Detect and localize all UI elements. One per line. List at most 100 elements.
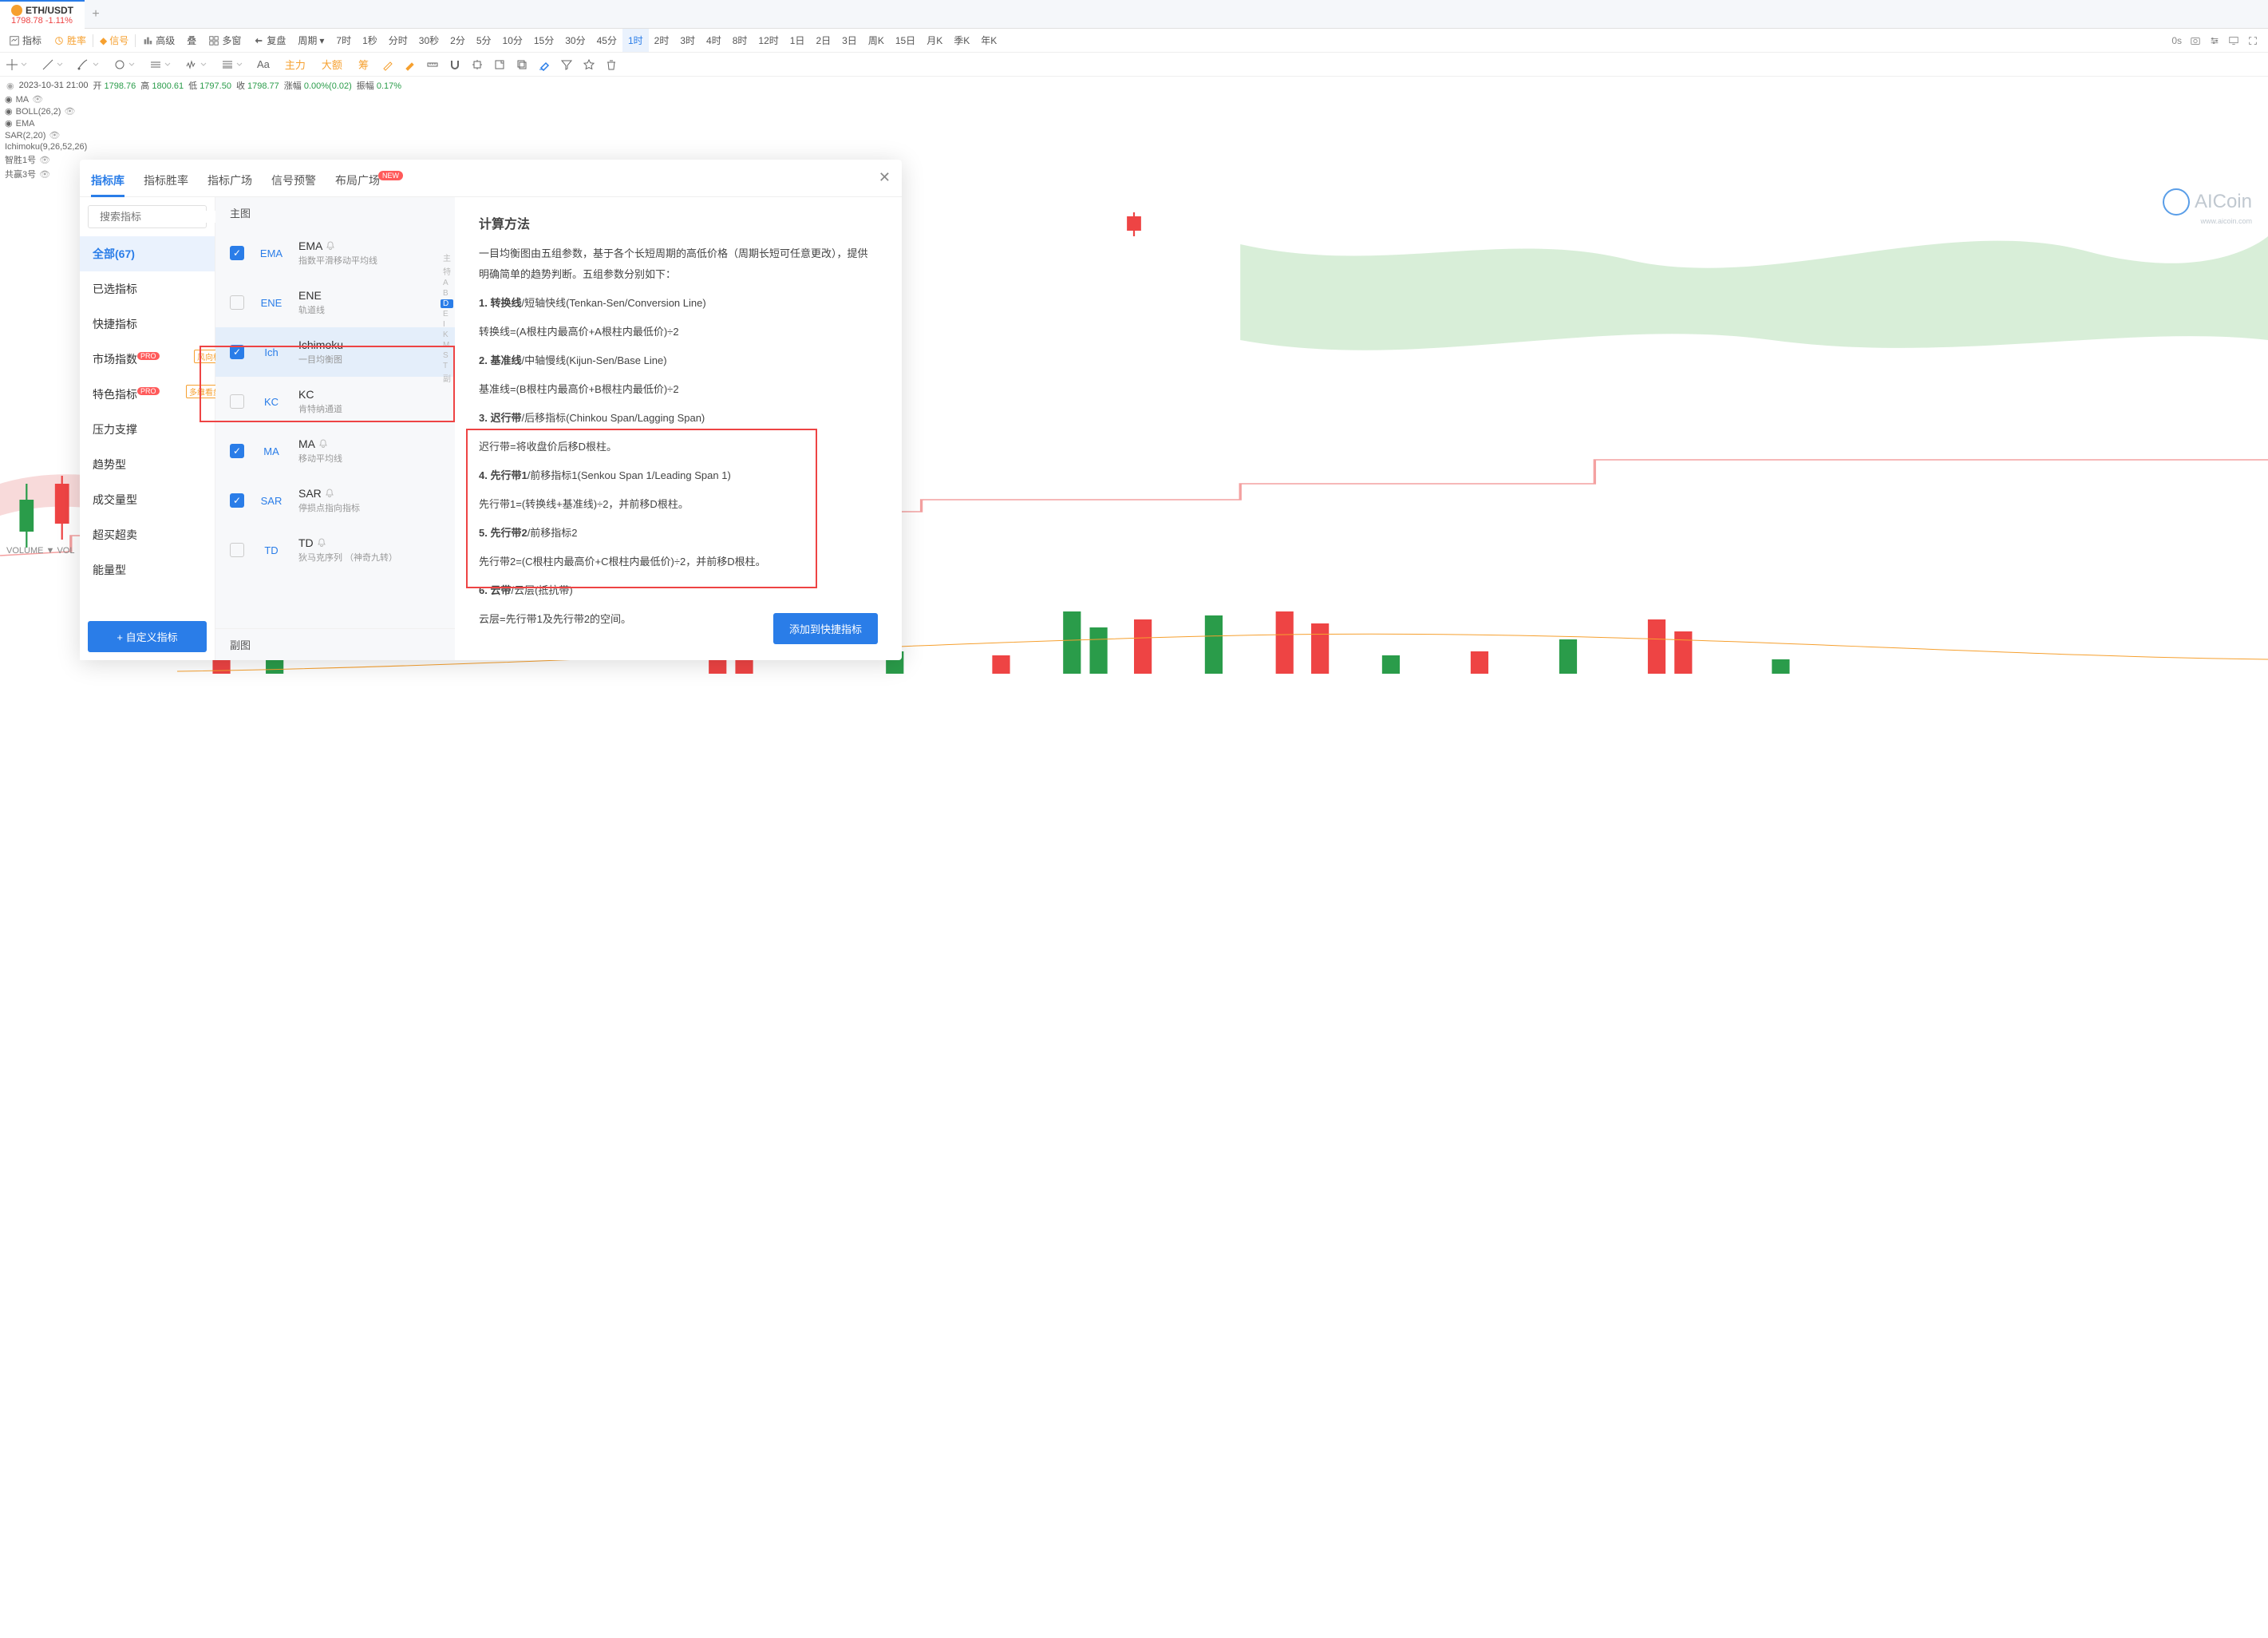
pair-tab[interactable]: ETH/USDT 1798.78 -1.11%	[0, 0, 85, 29]
indicator-item-ema[interactable]: EMA EMA 指数平滑移动平均线	[215, 228, 455, 278]
interval-分时[interactable]: 分时	[383, 29, 413, 52]
tab-signal-alert[interactable]: 信号预警	[271, 164, 316, 196]
tab-indicator-winrate[interactable]: 指标胜率	[144, 164, 188, 196]
settings-slider-icon[interactable]	[2209, 35, 2220, 46]
pen-icon[interactable]	[381, 58, 394, 71]
indicator-button[interactable]: 指标	[3, 29, 47, 52]
note-icon[interactable]	[493, 58, 506, 71]
eraser-icon[interactable]	[538, 58, 551, 71]
sidebar-all[interactable]: 全部(67)	[80, 236, 215, 271]
sidebar-support-resist[interactable]: 压力支撑	[80, 412, 215, 447]
line-tool-icon[interactable]	[41, 58, 54, 71]
search-input-wrapper[interactable]	[88, 205, 207, 228]
interval-8时[interactable]: 8时	[727, 29, 753, 52]
plan-button[interactable]: 筹	[355, 57, 372, 72]
indicator-item-kc[interactable]: KC KC 肯特纳通道	[215, 377, 455, 426]
interval-45分[interactable]: 45分	[591, 29, 622, 52]
pair-symbol: ETH/USDT	[26, 5, 73, 16]
large-order-button[interactable]: 大额	[318, 57, 346, 72]
add-tab-button[interactable]: +	[85, 7, 107, 22]
interval-2日[interactable]: 2日	[810, 29, 836, 52]
checkbox[interactable]	[230, 493, 244, 508]
interval-周K[interactable]: 周K	[863, 29, 890, 52]
advanced-button[interactable]: 高级	[136, 29, 180, 52]
interval-30秒[interactable]: 30秒	[413, 29, 445, 52]
custom-indicator-button[interactable]: + 自定义指标	[88, 621, 207, 652]
sidebar-trend[interactable]: 趋势型	[80, 447, 215, 482]
monitor-icon[interactable]	[2228, 35, 2239, 46]
indicator-item-ene[interactable]: ENE ENE 轨道线	[215, 278, 455, 327]
interval-季K[interactable]: 季K	[948, 29, 975, 52]
interval-15分[interactable]: 15分	[528, 29, 559, 52]
interval-2时[interactable]: 2时	[649, 29, 675, 52]
indicator-item-ma[interactable]: MA MA 移动平均线	[215, 426, 455, 476]
sidebar-market-index[interactable]: 市场指数PRO风向标	[80, 342, 215, 377]
interval-月K[interactable]: 月K	[921, 29, 948, 52]
interval-1时[interactable]: 1时	[622, 29, 649, 52]
detail-title: 计算方法	[479, 213, 878, 232]
checkbox[interactable]	[230, 246, 244, 260]
filter-icon[interactable]	[560, 58, 573, 71]
interval-2分[interactable]: 2分	[445, 29, 471, 52]
camera-icon[interactable]	[2190, 35, 2201, 46]
winrate-button[interactable]: 胜率	[48, 29, 92, 52]
main-force-button[interactable]: 主力	[282, 57, 309, 72]
sidebar-selected[interactable]: 已选指标	[80, 271, 215, 307]
sidebar-energy[interactable]: 能量型	[80, 552, 215, 588]
checkbox[interactable]	[230, 295, 244, 310]
favorite-icon[interactable]	[583, 58, 595, 71]
text-tool[interactable]: Aa	[255, 58, 272, 70]
anchor-tool-icon[interactable]	[471, 58, 484, 71]
interval-7时[interactable]: 7时	[330, 29, 357, 52]
interval-年K[interactable]: 年K	[975, 29, 1002, 52]
checkbox[interactable]	[230, 394, 244, 409]
indicator-item-sar[interactable]: SAR SAR 停损点指向指标	[215, 476, 455, 525]
checkbox[interactable]	[230, 444, 244, 458]
multi-window-button[interactable]: 多窗	[203, 29, 247, 52]
close-icon[interactable]: ✕	[879, 169, 891, 186]
indicator-name: KC	[298, 388, 314, 401]
shape-tool-icon[interactable]	[113, 58, 126, 71]
interval-15日[interactable]: 15日	[890, 29, 921, 52]
interval-1日[interactable]: 1日	[784, 29, 811, 52]
brush-tool-icon[interactable]	[77, 58, 90, 71]
crosshair-icon[interactable]	[6, 58, 18, 71]
magnet-icon[interactable]	[448, 58, 461, 71]
replay-button[interactable]: 复盘	[247, 29, 291, 52]
interval-12时[interactable]: 12时	[753, 29, 784, 52]
tab-indicator-lib[interactable]: 指标库	[91, 164, 124, 196]
interval-10分[interactable]: 10分	[497, 29, 528, 52]
wave-tool-icon[interactable]	[185, 58, 198, 71]
stack-button[interactable]: 叠	[181, 29, 202, 52]
interval-30分[interactable]: 30分	[559, 29, 591, 52]
interval-4时[interactable]: 4时	[701, 29, 727, 52]
sidebar-featured[interactable]: 特色指标PRO多维看盘	[80, 377, 215, 412]
sidebar-volume[interactable]: 成交量型	[80, 482, 215, 517]
checkbox[interactable]	[230, 543, 244, 557]
highlighter-icon[interactable]	[404, 58, 417, 71]
alpha-index[interactable]: 主特ABDEIKMST副	[441, 251, 453, 384]
period-dropdown[interactable]: 周期 ▾	[292, 29, 330, 52]
fib-tool-icon[interactable]	[221, 58, 234, 71]
refresh-interval[interactable]: 0s	[2171, 35, 2182, 46]
trash-icon[interactable]	[605, 58, 618, 71]
add-to-quick-button[interactable]: 添加到快捷指标	[773, 613, 878, 644]
interval-3日[interactable]: 3日	[836, 29, 863, 52]
sidebar-overbought[interactable]: 超买超卖	[80, 517, 215, 552]
parallel-lines-icon[interactable]	[149, 58, 162, 71]
indicator-item-ich[interactable]: Ich Ichimoku 一目均衡图	[215, 327, 455, 377]
checkbox[interactable]	[230, 345, 244, 359]
interval-5分[interactable]: 5分	[471, 29, 497, 52]
volume-label[interactable]: VOLUME ▼ VOL	[6, 546, 74, 556]
sidebar-quick[interactable]: 快捷指标	[80, 307, 215, 342]
interval-1秒[interactable]: 1秒	[357, 29, 383, 52]
ruler-icon[interactable]	[426, 58, 439, 71]
fullscreen-icon[interactable]	[2247, 35, 2258, 46]
tab-layout-square[interactable]: 布局广场NEW	[335, 164, 405, 196]
tab-indicator-square[interactable]: 指标广场	[207, 164, 252, 196]
copy-icon[interactable]	[516, 58, 528, 71]
indicator-item-td[interactable]: TD TD 狄马克序列 （神奇九转）	[215, 525, 455, 575]
signal-button[interactable]: ◆ 信号	[94, 29, 134, 52]
interval-3时[interactable]: 3时	[674, 29, 701, 52]
indicator-modal: 指标库 指标胜率 指标广场 信号预警 布局广场NEW ✕ 全部(67) 已选指标…	[80, 160, 902, 660]
